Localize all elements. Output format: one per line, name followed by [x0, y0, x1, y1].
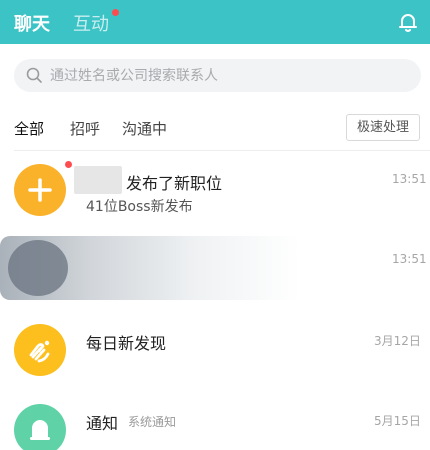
notification-avatar	[14, 404, 66, 450]
tab-chat[interactable]: 聊天	[14, 10, 50, 36]
bell-icon[interactable]	[396, 10, 420, 34]
filter-greeting[interactable]: 招呼	[70, 118, 100, 139]
divider	[14, 150, 430, 151]
message-time: 3月12日	[374, 334, 421, 348]
search-input[interactable]	[50, 59, 410, 92]
message-time: 13:51	[392, 172, 427, 186]
top-bar: 聊天 互动	[0, 0, 430, 44]
filter-all[interactable]: 全部	[14, 118, 44, 139]
tab-interact[interactable]: 互动	[73, 10, 109, 36]
hand-heart-icon	[29, 340, 50, 363]
message-title: 通知	[86, 414, 119, 433]
message-time: 13:51	[392, 252, 427, 266]
message-time: 5月15日	[374, 414, 421, 428]
message-subtitle: 41位Boss新发布	[86, 199, 193, 215]
fast-process-button[interactable]: 极速处理	[346, 114, 420, 141]
search-icon	[26, 67, 42, 83]
avatar	[8, 240, 68, 296]
daily-discovery-avatar	[14, 324, 66, 376]
message-title: 发布了新职位	[126, 174, 223, 193]
interact-unread-dot	[112, 9, 119, 16]
new-jobs-avatar	[14, 164, 66, 216]
blurred-name	[74, 166, 122, 194]
filter-communicating[interactable]: 沟通中	[122, 118, 167, 139]
message-title: 每日新发现	[86, 334, 167, 353]
bell-icon	[30, 420, 50, 440]
message-tag: 系统通知	[128, 415, 177, 429]
search-bar	[14, 59, 421, 92]
plus-icon	[28, 178, 52, 202]
unread-dot	[65, 161, 72, 168]
